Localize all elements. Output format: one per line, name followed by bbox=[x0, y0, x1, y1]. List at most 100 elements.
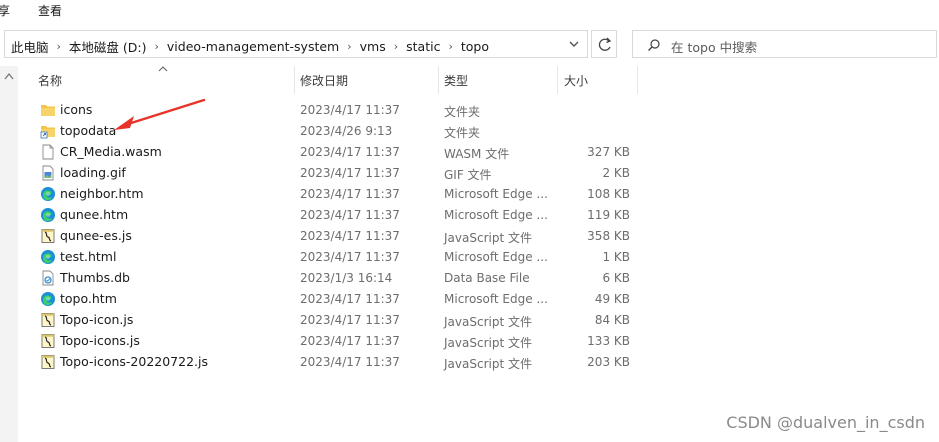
file-row[interactable]: test.html 2023/4/17 11:37 Microsoft Edge .… bbox=[18, 247, 939, 268]
file-icon bbox=[40, 144, 56, 160]
file-modified-date: 2023/4/17 11:37 bbox=[300, 187, 400, 201]
file-size: 327 KB bbox=[587, 145, 630, 159]
file-type: Microsoft Edge ... bbox=[444, 250, 548, 264]
ribbon: 享 查看 bbox=[0, 0, 939, 22]
file-name: Topo-icons.js bbox=[60, 333, 140, 348]
file-row[interactable]: Topo-icons-20220722.js 2023/4/17 11:37 Jav… bbox=[18, 352, 939, 373]
column-divider[interactable] bbox=[294, 66, 295, 94]
file-row[interactable]: Topo-icon.js 2023/4/17 11:37 JavaScript 文件… bbox=[18, 310, 939, 331]
file-size: 203 KB bbox=[587, 355, 630, 369]
breadcrumb-vms[interactable]: vms bbox=[360, 39, 386, 54]
file-modified-date: 2023/4/17 11:37 bbox=[300, 229, 400, 243]
script-icon bbox=[40, 228, 56, 244]
script-icon bbox=[40, 354, 56, 370]
file-row[interactable]: loading.gif 2023/4/17 11:37 GIF 文件 2 KB bbox=[18, 163, 939, 184]
file-type: JavaScript 文件 bbox=[444, 231, 532, 245]
annotation-arrow-icon bbox=[114, 98, 206, 130]
scroll-up-icon[interactable] bbox=[4, 72, 14, 80]
file-modified-date: 2023/4/17 11:37 bbox=[300, 250, 400, 264]
column-header-size[interactable]: 大小 bbox=[564, 72, 588, 89]
image-file-icon bbox=[40, 165, 56, 181]
file-row[interactable]: neighbor.htm 2023/4/17 11:37 Microsoft Edg… bbox=[18, 184, 939, 205]
navigation-pane-scrollbar[interactable] bbox=[0, 66, 18, 442]
file-name: test.html bbox=[60, 249, 117, 264]
file-type: 文件夹 bbox=[444, 126, 481, 140]
search-placeholder: 在 topo 中搜索 bbox=[671, 40, 758, 55]
file-size: 358 KB bbox=[587, 229, 630, 243]
file-size: 2 KB bbox=[602, 166, 630, 180]
file-type: Microsoft Edge ... bbox=[444, 292, 548, 306]
chevron-down-icon[interactable] bbox=[567, 37, 581, 51]
column-header-date[interactable]: 修改日期 bbox=[300, 72, 348, 89]
file-name: Thumbs.db bbox=[60, 270, 130, 285]
edge-icon bbox=[40, 186, 56, 202]
file-size: 84 KB bbox=[594, 313, 630, 327]
column-header-type[interactable]: 类型 bbox=[444, 72, 468, 89]
file-name: loading.gif bbox=[60, 165, 126, 180]
column-divider[interactable] bbox=[438, 66, 439, 94]
file-type: JavaScript 文件 bbox=[444, 357, 532, 371]
file-row[interactable]: qunee.htm 2023/4/17 11:37 Microsoft Edge .… bbox=[18, 205, 939, 226]
ribbon-tab-view[interactable]: 查看 bbox=[38, 2, 62, 19]
file-row[interactable]: Thumbs.db 2023/1/3 16:14 Data Base File 6 K… bbox=[18, 268, 939, 289]
file-explorer-window: 享 查看 此电脑 › 本地磁盘 (D:) › video-management-… bbox=[0, 0, 939, 442]
db-file-icon bbox=[40, 270, 56, 286]
file-type: JavaScript 文件 bbox=[444, 336, 532, 350]
file-row[interactable]: topo.htm 2023/4/17 11:37 Microsoft Edge ..… bbox=[18, 289, 939, 310]
file-name: qunee.htm bbox=[60, 207, 129, 222]
file-size: 119 KB bbox=[587, 208, 630, 222]
column-header-row: 名称 修改日期 类型 大小 bbox=[18, 66, 939, 94]
file-size: 6 KB bbox=[602, 271, 630, 285]
file-size: 1 KB bbox=[602, 250, 630, 264]
file-name: Topo-icon.js bbox=[60, 312, 134, 327]
file-modified-date: 2023/4/17 11:37 bbox=[300, 334, 400, 348]
column-header-name[interactable]: 名称 bbox=[38, 72, 62, 89]
breadcrumb-chevron-icon[interactable]: › bbox=[394, 40, 398, 53]
file-name: CR_Media.wasm bbox=[60, 144, 162, 159]
folder-icon bbox=[40, 102, 56, 118]
refresh-icon bbox=[598, 37, 612, 51]
edge-icon bbox=[40, 291, 56, 307]
file-size: 133 KB bbox=[587, 334, 630, 348]
file-name: topo.htm bbox=[60, 291, 117, 306]
file-row[interactable]: qunee-es.js 2023/4/17 11:37 JavaScript 文件 3… bbox=[18, 226, 939, 247]
file-modified-date: 2023/4/17 11:37 bbox=[300, 313, 400, 327]
search-box[interactable]: 在 topo 中搜索 bbox=[632, 30, 937, 58]
file-type: GIF 文件 bbox=[444, 168, 492, 182]
file-modified-date: 2023/4/17 11:37 bbox=[300, 292, 400, 306]
file-modified-date: 2023/4/17 11:37 bbox=[300, 145, 400, 159]
breadcrumb-topo[interactable]: topo bbox=[461, 39, 489, 54]
refresh-button[interactable] bbox=[591, 30, 617, 58]
file-type: Data Base File bbox=[444, 271, 530, 285]
edge-icon bbox=[40, 249, 56, 265]
breadcrumb-chevron-icon[interactable]: › bbox=[155, 40, 159, 53]
file-name: Topo-icons-20220722.js bbox=[60, 354, 209, 369]
file-modified-date: 2023/4/26 9:13 bbox=[300, 124, 393, 138]
file-type: 文件夹 bbox=[444, 105, 481, 119]
file-name: qunee-es.js bbox=[60, 228, 132, 243]
watermark: CSDN @dualven_in_csdn bbox=[726, 413, 925, 432]
breadcrumb-this-pc[interactable]: 此电脑 bbox=[11, 37, 49, 56]
column-divider[interactable] bbox=[557, 66, 558, 94]
breadcrumb-drive-d[interactable]: 本地磁盘 (D:) bbox=[69, 37, 147, 56]
file-row[interactable]: CR_Media.wasm 2023/4/17 11:37 WASM 文件 327 K… bbox=[18, 142, 939, 163]
script-icon bbox=[40, 312, 56, 328]
ribbon-tab-share[interactable]: 享 bbox=[0, 2, 10, 19]
address-bar[interactable]: 此电脑 › 本地磁盘 (D:) › video-management-syste… bbox=[4, 30, 588, 58]
file-name: icons bbox=[60, 102, 93, 117]
file-type: Microsoft Edge ... bbox=[444, 187, 548, 201]
breadcrumb: 此电脑 › 本地磁盘 (D:) › video-management-syste… bbox=[11, 37, 489, 56]
file-name: neighbor.htm bbox=[60, 186, 144, 201]
column-divider[interactable] bbox=[637, 66, 638, 94]
file-size: 108 KB bbox=[587, 187, 630, 201]
file-type: Microsoft Edge ... bbox=[444, 208, 548, 222]
breadcrumb-chevron-icon[interactable]: › bbox=[347, 40, 351, 53]
file-size: 49 KB bbox=[594, 292, 630, 306]
breadcrumb-video-management-system[interactable]: video-management-system bbox=[167, 39, 339, 54]
breadcrumb-chevron-icon[interactable]: › bbox=[57, 40, 61, 53]
file-type: WASM 文件 bbox=[444, 147, 510, 161]
breadcrumb-static[interactable]: static bbox=[406, 39, 440, 54]
edge-icon bbox=[40, 207, 56, 223]
file-row[interactable]: Topo-icons.js 2023/4/17 11:37 JavaScript 文… bbox=[18, 331, 939, 352]
breadcrumb-chevron-icon[interactable]: › bbox=[448, 40, 452, 53]
